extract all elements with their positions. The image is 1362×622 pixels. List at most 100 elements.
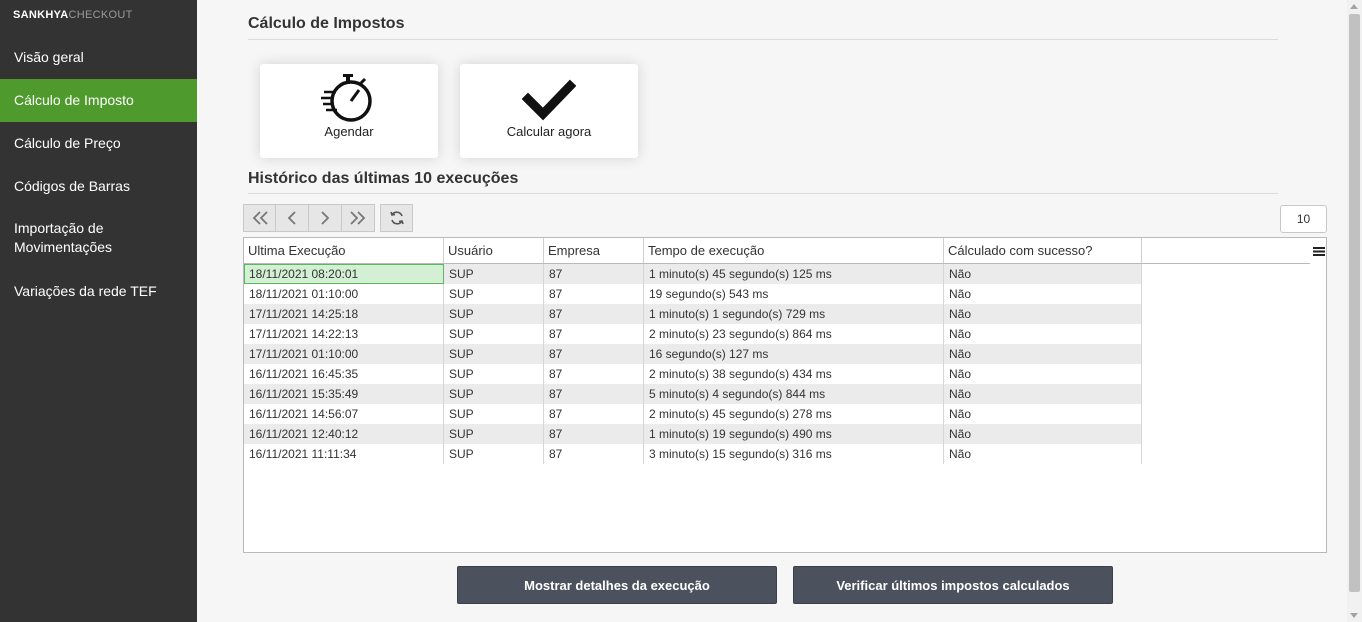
table-row[interactable]: 16/11/2021 14:56:07 SUP 87 2 minuto(s) 45 s… — [244, 404, 1142, 424]
cell-ultima-execucao[interactable]: 16/11/2021 11:11:34 — [244, 444, 444, 464]
sidebar-item-label: Variações da rede TEF — [14, 282, 157, 299]
column-header-calculado-sucesso[interactable]: Cálculado com sucesso? — [944, 238, 1142, 263]
cell-empresa[interactable]: 87 — [544, 404, 644, 424]
cell-tempo-execucao[interactable]: 1 minuto(s) 45 segundo(s) 125 ms — [644, 264, 944, 284]
sidebar-item-label: Visão geral — [14, 48, 84, 65]
cell-calculado-sucesso[interactable]: Não — [944, 344, 1142, 364]
column-header-empty — [1142, 238, 1310, 263]
column-header-tempo-execucao[interactable]: Tempo de execução — [644, 238, 944, 263]
table-row[interactable]: 16/11/2021 12:40:12 SUP 87 1 minuto(s) 19 s… — [244, 424, 1142, 444]
sidebar-item-calculo-imposto[interactable]: Cálculo de Imposto — [0, 79, 197, 122]
page-scrollbar[interactable] — [1347, 0, 1362, 622]
cell-calculado-sucesso[interactable]: Não — [944, 424, 1142, 444]
cell-tempo-execucao[interactable]: 19 segundo(s) 543 ms — [644, 284, 944, 304]
column-header-usuario[interactable]: Usuário — [444, 238, 544, 263]
first-page-button[interactable] — [243, 204, 276, 232]
page-title: Cálculo de Impostos — [248, 15, 405, 32]
sidebar-item-label: Cálculo de Preço — [14, 134, 121, 151]
cell-calculado-sucesso[interactable]: Não — [944, 384, 1142, 404]
cell-empresa[interactable]: 87 — [544, 444, 644, 464]
table-row[interactable]: 17/11/2021 14:22:13 SUP 87 2 minuto(s) 23 s… — [244, 324, 1142, 344]
cell-empresa[interactable]: 87 — [544, 324, 644, 344]
scrollbar-thumb[interactable] — [1349, 14, 1360, 592]
cell-tempo-execucao[interactable]: 1 minuto(s) 19 segundo(s) 490 ms — [644, 424, 944, 444]
cell-calculado-sucesso[interactable]: Não — [944, 364, 1142, 384]
cell-ultima-execucao[interactable]: 16/11/2021 14:56:07 — [244, 404, 444, 424]
history-title: Histórico das últimas 10 execuções — [248, 170, 519, 187]
refresh-button[interactable] — [380, 204, 413, 232]
table-row[interactable]: 18/11/2021 01:10:00 SUP 87 19 segundo(s) 54… — [244, 284, 1142, 304]
show-details-button[interactable]: Mostrar detalhes da execução — [457, 566, 777, 604]
column-menu-button[interactable] — [1310, 238, 1326, 264]
next-page-button[interactable] — [309, 204, 342, 232]
cell-tempo-execucao[interactable]: 5 minuto(s) 4 segundo(s) 844 ms — [644, 384, 944, 404]
scroll-down-icon[interactable] — [1350, 613, 1358, 618]
cell-usuario[interactable]: SUP — [444, 444, 544, 464]
cell-calculado-sucesso[interactable]: Não — [944, 444, 1142, 464]
cell-empresa[interactable]: 87 — [544, 424, 644, 444]
divider — [248, 39, 1278, 40]
main-content: Cálculo de Impostos Agendar Calcular ago… — [197, 0, 1347, 622]
cell-usuario[interactable]: SUP — [444, 384, 544, 404]
cell-calculado-sucesso[interactable]: Não — [944, 264, 1142, 284]
table-row[interactable]: 18/11/2021 08:20:01 SUP 87 1 minuto(s) 45 s… — [244, 264, 1142, 284]
cell-ultima-execucao[interactable]: 17/11/2021 01:10:00 — [244, 344, 444, 364]
table-row[interactable]: 17/11/2021 14:25:18 SUP 87 1 minuto(s) 1 se… — [244, 304, 1142, 324]
cell-empresa[interactable]: 87 — [544, 364, 644, 384]
sidebar-item-label: Cálculo de Imposto — [14, 92, 134, 108]
cell-tempo-execucao[interactable]: 1 minuto(s) 1 segundo(s) 729 ms — [644, 304, 944, 324]
sidebar-item-variacoes-tef[interactable]: Variações da rede TEF — [0, 271, 197, 311]
cell-ultima-execucao[interactable]: 16/11/2021 12:40:12 — [244, 424, 444, 444]
column-header-ultima-execucao[interactable]: Ultima Execução — [244, 238, 444, 263]
cell-usuario[interactable]: SUP — [444, 404, 544, 424]
sidebar-item-codigos-barras[interactable]: Códigos de Barras — [0, 166, 197, 206]
last-page-button[interactable] — [342, 204, 375, 232]
verify-taxes-button[interactable]: Verificar últimos impostos calculados — [793, 566, 1113, 604]
sidebar-item-calculo-preco[interactable]: Cálculo de Preço — [0, 123, 197, 163]
table-row[interactable]: 16/11/2021 11:11:34 SUP 87 3 minuto(s) 15 s… — [244, 444, 1142, 464]
column-header-empresa[interactable]: Empresa — [544, 238, 644, 263]
calculate-now-button[interactable]: Calcular agora — [460, 64, 638, 158]
scroll-up-icon[interactable] — [1350, 4, 1358, 9]
cell-usuario[interactable]: SUP — [444, 344, 544, 364]
cell-ultima-execucao[interactable]: 16/11/2021 15:35:49 — [244, 384, 444, 404]
cell-ultima-execucao[interactable]: 18/11/2021 08:20:01 — [244, 264, 444, 284]
cell-ultima-execucao[interactable]: 17/11/2021 14:25:18 — [244, 304, 444, 324]
cell-calculado-sucesso[interactable]: Não — [944, 404, 1142, 424]
cell-usuario[interactable]: SUP — [444, 324, 544, 344]
cell-usuario[interactable]: SUP — [444, 424, 544, 444]
cell-usuario[interactable]: SUP — [444, 264, 544, 284]
cell-tempo-execucao[interactable]: 2 minuto(s) 23 segundo(s) 864 ms — [644, 324, 944, 344]
cell-ultima-execucao[interactable]: 17/11/2021 14:22:13 — [244, 324, 444, 344]
page-size-field[interactable]: 10 — [1280, 205, 1327, 233]
cell-empresa[interactable]: 87 — [544, 384, 644, 404]
cell-ultima-execucao[interactable]: 16/11/2021 16:45:35 — [244, 364, 444, 384]
cell-empresa[interactable]: 87 — [544, 264, 644, 284]
sidebar-item-importacao[interactable]: Importação de Movimentações — [0, 218, 140, 258]
cell-tempo-execucao[interactable]: 2 minuto(s) 45 segundo(s) 278 ms — [644, 404, 944, 424]
sidebar-item-visao-geral[interactable]: Visão geral — [0, 37, 197, 77]
cell-empresa[interactable]: 87 — [544, 284, 644, 304]
cell-empresa[interactable]: 87 — [544, 344, 644, 364]
cell-calculado-sucesso[interactable]: Não — [944, 284, 1142, 304]
cell-tempo-execucao[interactable]: 3 minuto(s) 15 segundo(s) 316 ms — [644, 444, 944, 464]
cell-empresa[interactable]: 87 — [544, 304, 644, 324]
cell-tempo-execucao[interactable]: 2 minuto(s) 38 segundo(s) 434 ms — [644, 364, 944, 384]
table-row[interactable]: 16/11/2021 16:45:35 SUP 87 2 minuto(s) 38 s… — [244, 364, 1142, 384]
table-row[interactable]: 17/11/2021 01:10:00 SUP 87 16 segundo(s) 12… — [244, 344, 1142, 364]
cell-usuario[interactable]: SUP — [444, 284, 544, 304]
schedule-button[interactable]: Agendar — [260, 64, 438, 158]
cell-calculado-sucesso[interactable]: Não — [944, 324, 1142, 344]
double-chevron-left-icon — [252, 211, 268, 225]
hamburger-menu-icon — [1312, 247, 1325, 256]
divider — [248, 193, 1278, 194]
table-row[interactable]: 16/11/2021 15:35:49 SUP 87 5 minuto(s) 4 se… — [244, 384, 1142, 404]
cell-usuario[interactable]: SUP — [444, 364, 544, 384]
cell-tempo-execucao[interactable]: 16 segundo(s) 127 ms — [644, 344, 944, 364]
prev-page-button[interactable] — [276, 204, 309, 232]
grid-body: 18/11/2021 08:20:01 SUP 87 1 minuto(s) 45 s… — [244, 264, 1142, 464]
pagination-toolbar — [243, 204, 413, 232]
cell-ultima-execucao[interactable]: 18/11/2021 01:10:00 — [244, 284, 444, 304]
cell-calculado-sucesso[interactable]: Não — [944, 304, 1142, 324]
cell-usuario[interactable]: SUP — [444, 304, 544, 324]
